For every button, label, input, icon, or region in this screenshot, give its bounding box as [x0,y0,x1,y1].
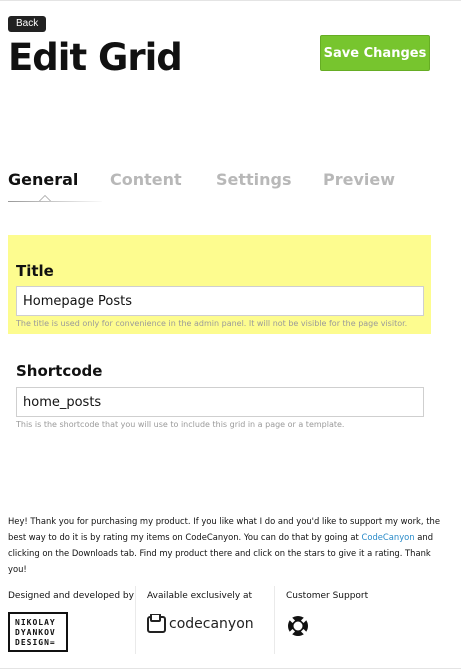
page-title: Edit Grid [8,36,183,79]
title-label: Title [16,262,54,280]
shortcode-input[interactable] [16,387,424,417]
codecanyon-wordmark: codecanyon [169,616,254,632]
title-field-group: Title The title is used only for conveni… [8,235,431,334]
codecanyon-mark-icon [147,614,166,633]
shortcode-label: Shortcode [16,362,103,380]
tab-content[interactable]: Content [110,170,182,189]
active-tab-underline [8,201,102,202]
footer-divider [274,586,275,654]
credits-footer: Designed and developed by NIKOLAY DYANKOV… [8,586,428,656]
designer-logo[interactable]: NIKOLAY DYANKOV DESIGN= [8,612,68,652]
title-help-text: The title is used only for convenience i… [16,319,408,328]
shortcode-field-group: Shortcode This is the shortcode that you… [8,362,431,432]
tab-settings[interactable]: Settings [216,170,292,189]
designer-column: Designed and developed by NIKOLAY DYANKOV… [8,586,134,654]
back-button[interactable]: Back [8,16,47,32]
tab-bar: General Content Settings Preview [8,170,428,210]
thank-you-message: Hey! Thank you for purchasing my product… [8,513,448,577]
support-column: Customer Support [286,586,426,654]
designed-by-label: Designed and developed by [8,591,134,601]
top-divider [0,0,461,1]
save-changes-button[interactable]: Save Changes [320,35,430,71]
market-column: Available exclusively at codecanyon [147,586,273,654]
bottom-divider [0,668,461,669]
tab-preview[interactable]: Preview [323,170,395,189]
title-input[interactable] [16,286,424,316]
lifebuoy-icon[interactable] [286,614,310,638]
tab-general[interactable]: General [8,170,78,189]
footer-divider [135,586,136,654]
active-tab-pointer [39,195,51,201]
customer-support-label: Customer Support [286,591,369,601]
available-at-label: Available exclusively at [147,591,253,601]
shortcode-help-text: This is the shortcode that you will use … [16,420,345,429]
codecanyon-link[interactable]: CodeCanyon [361,532,414,542]
